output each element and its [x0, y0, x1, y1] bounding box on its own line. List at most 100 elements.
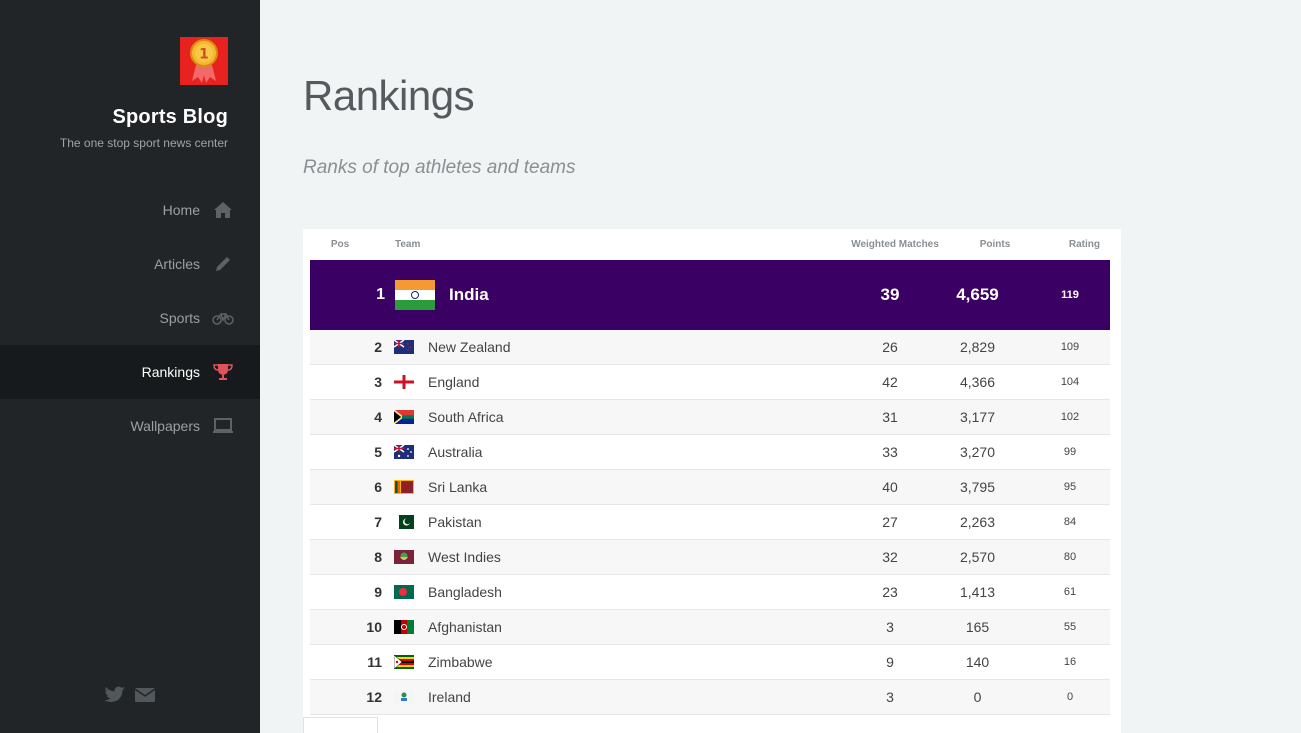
nav-item-label: Articles: [154, 256, 200, 272]
row-pos: 3: [374, 374, 382, 390]
nav-item-label: Rankings: [141, 364, 200, 380]
row-team: England: [428, 374, 480, 390]
header-rating[interactable]: Rating: [1040, 239, 1110, 250]
row-rating: 119: [1061, 289, 1079, 301]
new-zealand-flag-icon: [394, 340, 414, 354]
row-pos: 5: [374, 444, 382, 460]
site-title[interactable]: Sports Blog: [112, 106, 228, 129]
laptop-icon: [212, 416, 234, 436]
row-weighted-matches: 26: [882, 339, 898, 355]
row-team: West Indies: [428, 549, 501, 565]
rankings-table: Pos Team Weighted Matches Points Rating …: [310, 229, 1110, 715]
row-rating: 104: [1060, 376, 1080, 388]
nav-item-rankings[interactable]: Rankings: [0, 345, 260, 399]
row-team: Sri Lanka: [428, 479, 488, 495]
pencil-icon: [212, 254, 234, 274]
india-flag-icon: [395, 280, 435, 310]
row-weighted-matches: 32: [882, 549, 898, 565]
table-row[interactable]: 2 New Zealand 26 2,829 109: [310, 330, 1110, 365]
table-row-top[interactable]: 1 India 39 4,659 119: [310, 260, 1110, 330]
sidebar-nav: Home Articles Sports Rankings Wallpapers: [0, 183, 260, 453]
row-team: Pakistan: [428, 514, 482, 530]
row-points: 3,270: [959, 444, 996, 460]
row-weighted-matches: 23: [882, 584, 898, 600]
row-points: 165: [965, 619, 990, 635]
logo-number: 1: [199, 47, 209, 63]
west-indies-flag-icon: [394, 550, 414, 564]
sri-lanka-flag-icon: [394, 480, 414, 494]
row-team: New Zealand: [428, 339, 511, 355]
nav-item-label: Wallpapers: [130, 418, 200, 434]
bottom-tab[interactable]: [303, 717, 378, 733]
zimbabwe-flag-icon: [394, 655, 414, 669]
table-row[interactable]: 8 West Indies 32 2,570 80: [310, 540, 1110, 575]
row-team: Australia: [428, 444, 483, 460]
row-pos: 6: [374, 479, 382, 495]
table-row[interactable]: 10 Afghanistan 3 165 55: [310, 610, 1110, 645]
australia-flag-icon: [394, 445, 414, 459]
header-weighted-matches[interactable]: Weighted Matches: [840, 239, 950, 250]
row-points: 2,570: [959, 549, 996, 565]
row-points: 3,177: [959, 409, 996, 425]
nav-item-articles[interactable]: Articles: [0, 237, 260, 291]
table-row[interactable]: 6 Sri Lanka 40 3,795 95: [310, 470, 1110, 505]
sidebar: 1 Sports Blog The one stop sport news ce…: [0, 0, 260, 733]
table-row[interactable]: 5 Australia 33 3,270 99: [310, 435, 1110, 470]
nav-item-label: Sports: [159, 310, 200, 326]
row-pos: 12: [366, 689, 382, 705]
bangladesh-flag-icon: [394, 585, 414, 599]
nav-item-label: Home: [162, 202, 200, 218]
social-links: [104, 686, 156, 706]
row-points: 2,263: [959, 514, 996, 530]
table-row[interactable]: 9 Bangladesh 23 1,413 61: [310, 575, 1110, 610]
envelope-icon[interactable]: [134, 686, 156, 706]
row-pos: 7: [374, 514, 382, 530]
table-row[interactable]: 7 Pakistan 27 2,263 84: [310, 505, 1110, 540]
bicycle-icon: [212, 308, 234, 328]
row-rating: 61: [1063, 586, 1077, 598]
nav-item-home[interactable]: Home: [0, 183, 260, 237]
row-points: 0: [973, 689, 982, 705]
table-row[interactable]: 3 England 42 4,366 104: [310, 365, 1110, 400]
row-weighted-matches: 27: [882, 514, 898, 530]
table-row[interactable]: 11 Zimbabwe 9 140 16: [310, 645, 1110, 680]
header-team[interactable]: Team: [370, 239, 840, 250]
row-weighted-matches: 42: [882, 374, 898, 390]
table-row[interactable]: 12 Ireland 3 0 0: [310, 680, 1110, 715]
row-pos: 2: [374, 339, 382, 355]
row-weighted-matches: 9: [886, 654, 894, 670]
row-weighted-matches: 33: [882, 444, 898, 460]
row-pos: 1: [376, 286, 385, 303]
medal-icon[interactable]: 1: [180, 37, 228, 85]
table-row[interactable]: 4 South Africa 31 3,177 102: [310, 400, 1110, 435]
row-points: 3,795: [959, 479, 996, 495]
nav-item-wallpapers[interactable]: Wallpapers: [0, 399, 260, 453]
row-team: Zimbabwe: [428, 654, 493, 670]
table-body: 2 New Zealand 26 2,829 109 3 England 42: [310, 330, 1110, 715]
row-points: 1,413: [959, 584, 996, 600]
row-weighted-matches: 31: [882, 409, 898, 425]
page-subtitle: Ranks of top athletes and teams: [303, 157, 576, 178]
header-pos[interactable]: Pos: [310, 239, 370, 250]
row-points: 4,366: [959, 374, 996, 390]
row-weighted-matches: 39: [880, 285, 900, 304]
twitter-icon[interactable]: [104, 686, 126, 706]
row-pos: 4: [374, 409, 382, 425]
england-flag-icon: [394, 375, 414, 389]
header-points[interactable]: Points: [950, 239, 1040, 250]
nav-item-sports[interactable]: Sports: [0, 291, 260, 345]
row-team: Ireland: [428, 689, 471, 705]
row-rating: 55: [1063, 621, 1077, 633]
row-pos: 9: [374, 584, 382, 600]
south-africa-flag-icon: [394, 410, 414, 424]
row-team: Bangladesh: [428, 584, 502, 600]
home-icon: [212, 200, 234, 220]
ireland-flag-icon: [394, 690, 414, 704]
row-rating: 102: [1060, 411, 1080, 423]
row-rating: 109: [1060, 341, 1080, 353]
row-weighted-matches: 40: [882, 479, 898, 495]
row-pos: 10: [366, 619, 382, 635]
row-pos: 8: [374, 549, 382, 565]
row-points: 140: [965, 654, 990, 670]
row-rating: 95: [1063, 481, 1077, 493]
